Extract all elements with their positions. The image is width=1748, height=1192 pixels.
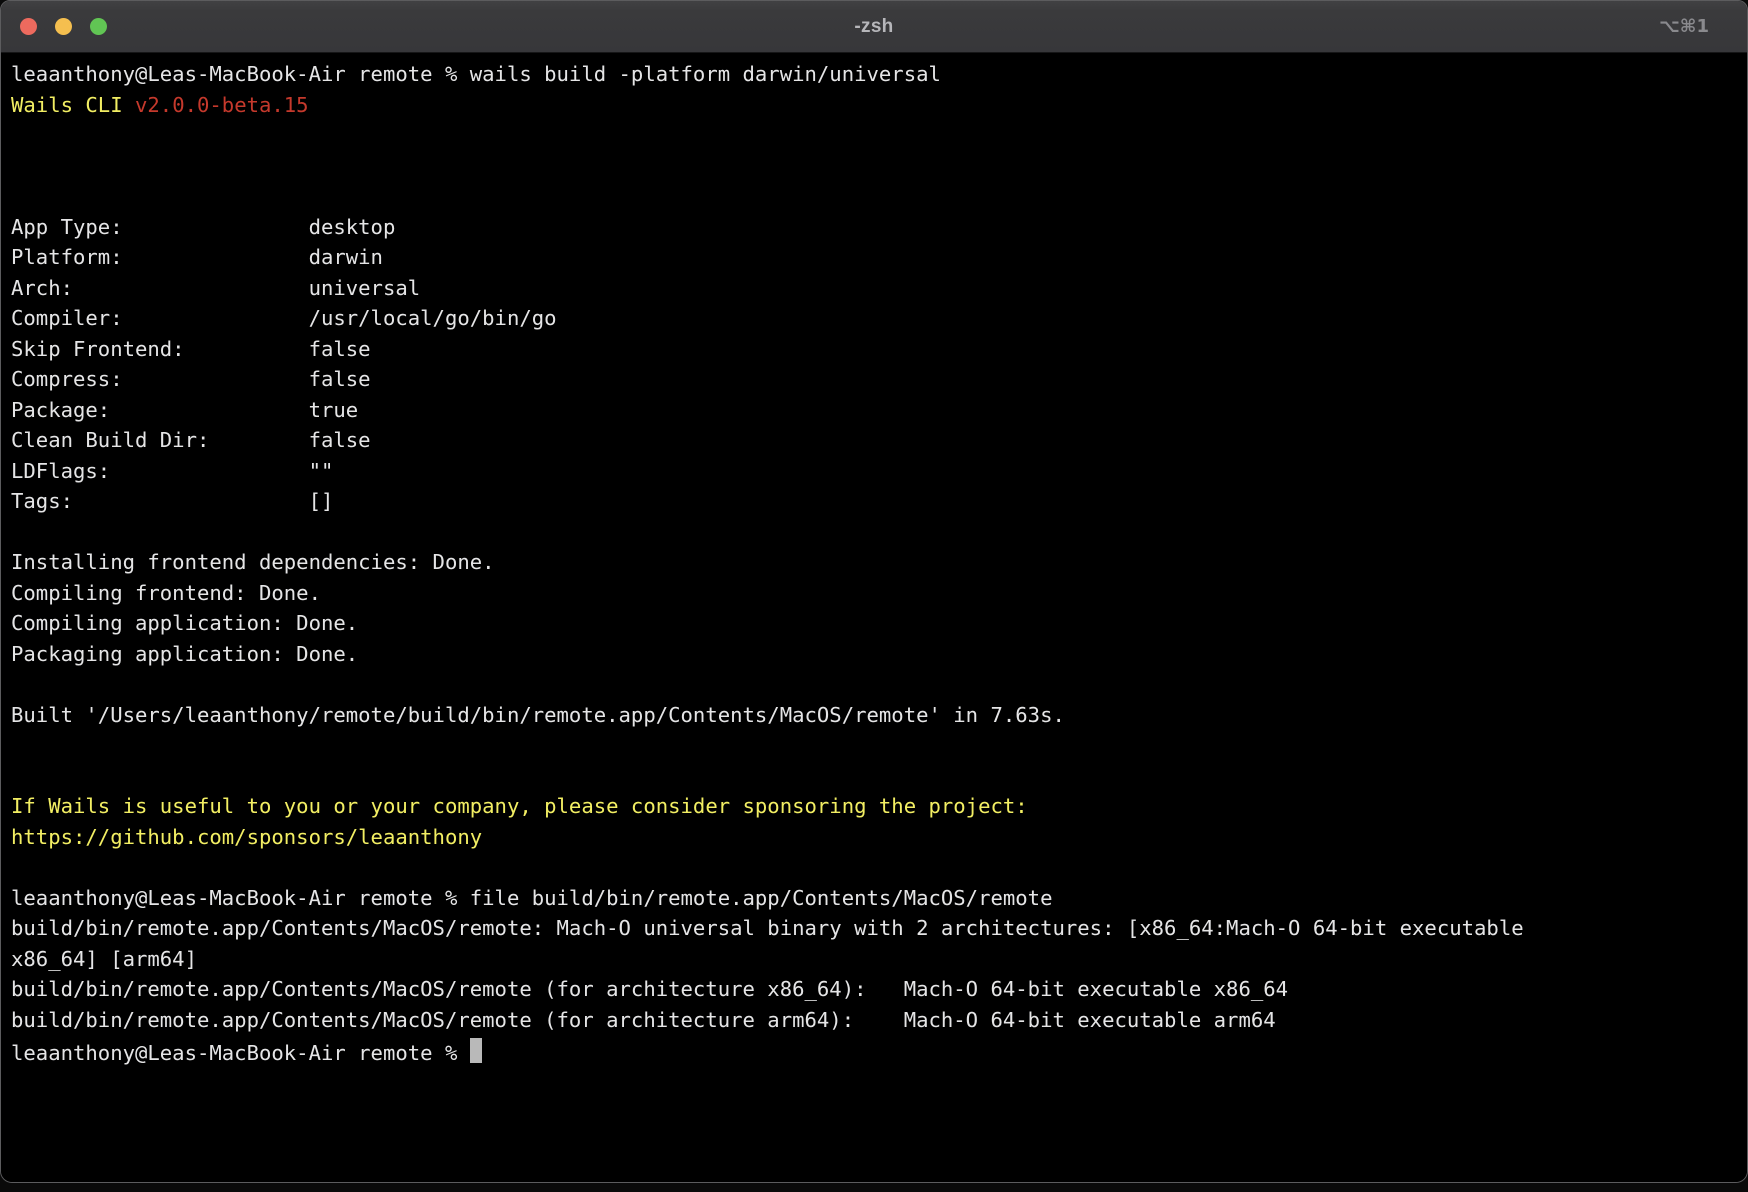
zoom-button[interactable]	[90, 18, 107, 35]
terminal-text: leaanthony@Leas-MacBook-Air remote %	[11, 1041, 470, 1065]
tab-shortcut-label: ⌥⌘1	[1659, 1, 1709, 52]
terminal-text: App Type: desktop	[11, 215, 395, 239]
terminal-cursor[interactable]	[470, 1038, 482, 1063]
terminal-line: leaanthony@Leas-MacBook-Air remote % wai…	[11, 59, 1737, 90]
terminal-line: Compress: false	[11, 364, 1737, 395]
terminal-line: build/bin/remote.app/Contents/MacOS/remo…	[11, 1005, 1737, 1036]
terminal-line: Wails CLI v2.0.0-beta.15	[11, 90, 1737, 121]
terminal-line	[11, 517, 1737, 548]
terminal-text: Compiling frontend: Done.	[11, 581, 321, 605]
terminal-text: LDFlags: ""	[11, 459, 333, 483]
terminal-line: leaanthony@Leas-MacBook-Air remote % fil…	[11, 883, 1737, 914]
terminal-text: leaanthony@Leas-MacBook-Air remote % fil…	[11, 886, 1052, 910]
terminal-line: build/bin/remote.app/Contents/MacOS/remo…	[11, 913, 1737, 944]
terminal-line: https://github.com/sponsors/leaanthony	[11, 822, 1737, 853]
terminal-line	[11, 120, 1737, 151]
terminal-text: build/bin/remote.app/Contents/MacOS/remo…	[11, 916, 1524, 940]
traffic-lights	[20, 1, 107, 52]
terminal-line: Compiling frontend: Done.	[11, 578, 1737, 609]
terminal-text: v2.0.0-beta.15	[135, 93, 309, 117]
terminal-line: Compiler: /usr/local/go/bin/go	[11, 303, 1737, 334]
terminal-text: Skip Frontend: false	[11, 337, 371, 361]
terminal-line: Tags: []	[11, 486, 1737, 517]
terminal-text: If Wails is useful to you or your compan…	[11, 794, 1028, 818]
terminal-line: Built '/Users/leaanthony/remote/build/bi…	[11, 700, 1737, 731]
terminal-text: Package: true	[11, 398, 358, 422]
terminal-line: x86_64] [arm64]	[11, 944, 1737, 975]
terminal-line: Compiling application: Done.	[11, 608, 1737, 639]
background-window-text	[480, 1185, 740, 1190]
terminal-line: Platform: darwin	[11, 242, 1737, 273]
terminal-line: Clean Build Dir: false	[11, 425, 1737, 456]
terminal-text: Arch: universal	[11, 276, 420, 300]
terminal-line: App Type: desktop	[11, 212, 1737, 243]
terminal-text: build/bin/remote.app/Contents/MacOS/remo…	[11, 1008, 1276, 1032]
terminal-text: Installing frontend dependencies: Done.	[11, 550, 495, 574]
terminal-text: Compiler: /usr/local/go/bin/go	[11, 306, 557, 330]
terminal-line: Packaging application: Done.	[11, 639, 1737, 670]
terminal-text: Built '/Users/leaanthony/remote/build/bi…	[11, 703, 1065, 727]
terminal-text: Clean Build Dir: false	[11, 428, 371, 452]
terminal-line: Skip Frontend: false	[11, 334, 1737, 365]
terminal-line: If Wails is useful to you or your compan…	[11, 791, 1737, 822]
terminal-line: Installing frontend dependencies: Done.	[11, 547, 1737, 578]
terminal-text: x86_64] [arm64]	[11, 947, 197, 971]
terminal-text: Wails CLI	[11, 93, 135, 117]
terminal-text: Compress: false	[11, 367, 371, 391]
terminal-text: Tags: []	[11, 489, 333, 513]
terminal-line	[11, 730, 1737, 761]
background-window-sliver	[0, 1183, 1748, 1192]
terminal-line	[11, 181, 1737, 212]
terminal-line	[11, 151, 1737, 182]
terminal-line: leaanthony@Leas-MacBook-Air remote %	[11, 1035, 1737, 1066]
terminal-text: Platform: darwin	[11, 245, 383, 269]
terminal-line: LDFlags: ""	[11, 456, 1737, 487]
minimize-button[interactable]	[55, 18, 72, 35]
close-button[interactable]	[20, 18, 37, 35]
terminal-line: Arch: universal	[11, 273, 1737, 304]
terminal-text: leaanthony@Leas-MacBook-Air remote % wai…	[11, 62, 941, 86]
titlebar[interactable]: -zsh ⌥⌘1	[1, 1, 1747, 53]
terminal-line	[11, 761, 1737, 792]
window-title: -zsh	[1, 16, 1747, 38]
terminal-text: Compiling application: Done.	[11, 611, 358, 635]
terminal-line	[11, 669, 1737, 700]
terminal-line	[11, 852, 1737, 883]
terminal-line: build/bin/remote.app/Contents/MacOS/remo…	[11, 974, 1737, 1005]
terminal-text: Packaging application: Done.	[11, 642, 358, 666]
terminal-output[interactable]: leaanthony@Leas-MacBook-Air remote % wai…	[1, 53, 1747, 1183]
terminal-text: https://github.com/sponsors/leaanthony	[11, 825, 482, 849]
terminal-text: build/bin/remote.app/Contents/MacOS/remo…	[11, 977, 1288, 1001]
terminal-line: Package: true	[11, 395, 1737, 426]
terminal-window: -zsh ⌥⌘1 leaanthony@Leas-MacBook-Air rem…	[0, 0, 1748, 1183]
